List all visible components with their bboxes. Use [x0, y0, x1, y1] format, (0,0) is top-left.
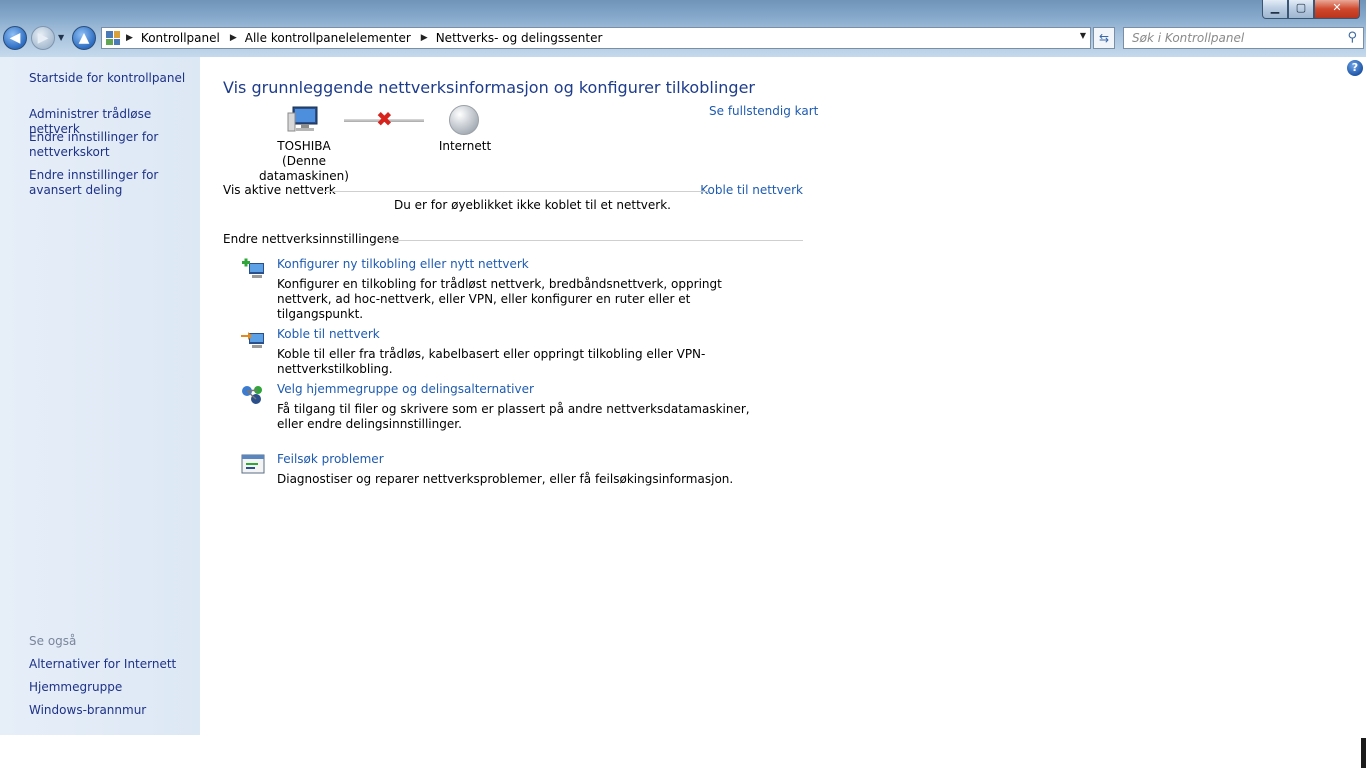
- task-connect-network-link[interactable]: Koble til nettverk: [277, 327, 380, 341]
- close-button[interactable]: ✕: [1314, 0, 1360, 19]
- bottom-strip: [0, 735, 1366, 768]
- full-map-link[interactable]: Se fullstendig kart: [709, 104, 818, 118]
- breadcrumb-separator-icon[interactable]: ▶: [230, 33, 237, 43]
- task-setup-connection-desc: Konfigurer en tilkobling for trådløst ne…: [277, 277, 722, 321]
- new-connection-icon: [242, 258, 264, 278]
- connect-network-icon: [241, 332, 264, 348]
- task-troubleshoot-link[interactable]: Feilsøk problemer: [277, 452, 384, 466]
- refresh-icon: ⇆: [1098, 31, 1110, 45]
- see-also-homegroup[interactable]: Hjemmegruppe: [29, 680, 122, 695]
- maximize-button[interactable]: ▢: [1288, 0, 1314, 19]
- main-content: ? Vis grunnleggende nettverksinformasjon…: [200, 57, 1366, 735]
- address-bar[interactable]: ▶ Kontrollpanel ▶ Alle kontrollpanelelem…: [101, 27, 1091, 49]
- arrow-up-icon: ▲: [78, 30, 90, 46]
- breadcrumb-network-center[interactable]: Nettverks- og delingssenter: [436, 31, 603, 45]
- task-setup-connection-link[interactable]: Konfigurer ny tilkobling eller nytt nett…: [277, 257, 529, 271]
- sidebar-item-home[interactable]: Startside for kontrollpanel: [29, 71, 185, 86]
- troubleshoot-icon: [241, 454, 265, 474]
- task-homegroup-desc: Få tilgang til filer og skrivere som er …: [277, 402, 750, 431]
- search-input[interactable]: [1124, 28, 1334, 48]
- see-also-heading: Se også: [29, 634, 77, 648]
- refresh-button[interactable]: ⇆: [1093, 27, 1115, 49]
- task-troubleshoot-desc: Diagnostiser og reparer nettverksproblem…: [277, 472, 734, 486]
- forward-button[interactable]: ▶: [31, 26, 55, 50]
- recent-pages-dropdown-icon[interactable]: ▼: [58, 33, 64, 42]
- up-button[interactable]: ▲: [72, 26, 96, 50]
- divider: [324, 191, 708, 192]
- computer-subtitle: (Denne datamaskinen): [259, 154, 349, 183]
- internet-label: Internett: [438, 139, 492, 153]
- page-title: Vis grunnleggende nettverksinformasjon o…: [223, 78, 755, 97]
- change-settings-label: Endre nettverksinnstillingene: [223, 232, 400, 246]
- task-homegroup-link[interactable]: Velg hjemmegruppe og delingsalternativer: [277, 382, 534, 396]
- breadcrumb-controlpanel[interactable]: Kontrollpanel: [141, 31, 220, 45]
- connect-network-link[interactable]: Koble til nettverk: [700, 183, 803, 197]
- homegroup-icon: [242, 386, 262, 404]
- active-networks-label: Vis aktive nettverk: [223, 183, 336, 197]
- disconnected-x-icon[interactable]: ✖: [376, 109, 393, 129]
- divider: [381, 240, 803, 241]
- scroll-edge: [1361, 738, 1366, 768]
- see-also-internet-options[interactable]: Alternativer for Internett: [29, 657, 176, 672]
- breadcrumb-all-items[interactable]: Alle kontrollpanelelementer: [245, 31, 411, 45]
- computer-icon[interactable]: [287, 105, 319, 135]
- window-controls: ▁ ▢ ✕: [1262, 0, 1360, 19]
- address-dropdown-icon[interactable]: ▼: [1080, 31, 1086, 40]
- search-icon[interactable]: ⚲: [1347, 30, 1357, 45]
- breadcrumb-separator-icon[interactable]: ▶: [421, 33, 428, 43]
- see-also-firewall[interactable]: Windows-brannmur: [29, 703, 146, 718]
- arrow-left-icon: ◀: [9, 30, 21, 46]
- minimize-button[interactable]: ▁: [1262, 0, 1288, 19]
- search-box: ⚲: [1123, 27, 1364, 49]
- computer-name: TOSHIBA: [277, 139, 331, 153]
- internet-globe-icon[interactable]: [449, 105, 479, 135]
- sidebar-item-advanced-sharing[interactable]: Endre innstillinger for avansert deling: [29, 168, 197, 198]
- control-panel-icon: [106, 31, 120, 45]
- arrow-right-icon: ▶: [37, 30, 49, 46]
- task-connect-network-desc: Koble til eller fra trådløs, kabelbasert…: [277, 347, 706, 376]
- sidebar-item-adapter-settings[interactable]: Endre innstillinger for nettverkskort: [29, 130, 179, 160]
- help-icon[interactable]: ?: [1347, 60, 1363, 76]
- title-bar: ▁ ▢ ✕ ◀ ▶ ▼ ▲ ▶ Kontrollpanel ▶ Alle kon…: [0, 0, 1366, 57]
- sidebar: Startside for kontrollpanel Administrer …: [0, 57, 200, 735]
- breadcrumb-separator-icon[interactable]: ▶: [126, 33, 133, 43]
- back-button[interactable]: ◀: [3, 26, 27, 50]
- not-connected-status: Du er for øyeblikket ikke koblet til et …: [394, 198, 671, 212]
